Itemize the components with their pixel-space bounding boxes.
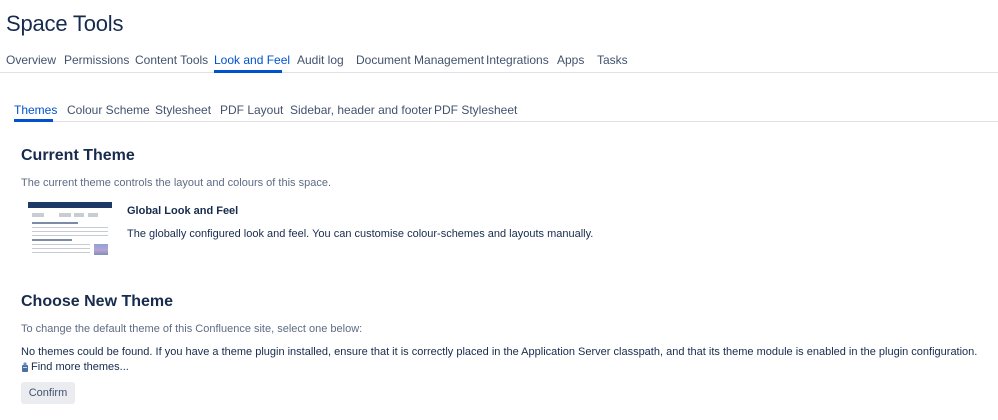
subtab-colour-scheme[interactable]: Colour Scheme bbox=[67, 103, 150, 117]
subtab-pdf-layout[interactable]: PDF Layout bbox=[220, 103, 283, 117]
theme-thumbnail bbox=[28, 202, 112, 256]
current-theme-heading: Current Theme bbox=[21, 147, 135, 164]
plugin-icon bbox=[21, 362, 29, 373]
sub-nav: Themes Colour Scheme Stylesheet PDF Layo… bbox=[14, 101, 998, 122]
tab-look-and-feel[interactable]: Look and Feel bbox=[214, 53, 290, 67]
current-theme-description: The current theme controls the layout an… bbox=[21, 177, 331, 189]
subtab-pdf-stylesheet[interactable]: PDF Stylesheet bbox=[434, 103, 517, 117]
choose-theme-description: To change the default theme of this Conf… bbox=[21, 323, 363, 335]
tab-tasks[interactable]: Tasks bbox=[597, 53, 628, 67]
find-more-themes-label: Find more themes... bbox=[31, 361, 129, 373]
tab-apps[interactable]: Apps bbox=[557, 53, 584, 67]
tab-overview[interactable]: Overview bbox=[6, 53, 56, 67]
active-subtab-indicator bbox=[14, 119, 53, 122]
choose-theme-heading: Choose New Theme bbox=[21, 293, 174, 310]
subtab-sidebar-header-footer[interactable]: Sidebar, header and footer bbox=[290, 103, 432, 117]
tab-permissions[interactable]: Permissions bbox=[64, 53, 129, 67]
find-more-themes-link[interactable]: Find more themes... bbox=[21, 361, 129, 373]
tab-document-management[interactable]: Document Management bbox=[356, 53, 484, 67]
tab-content-tools[interactable]: Content Tools bbox=[135, 53, 208, 67]
active-tab-indicator bbox=[214, 70, 282, 73]
current-theme-details: The globally configured look and feel. Y… bbox=[127, 228, 594, 240]
confirm-button[interactable]: Confirm bbox=[21, 382, 75, 404]
no-themes-message: No themes could be found. If you have a … bbox=[21, 346, 978, 358]
tab-audit-log[interactable]: Audit log bbox=[297, 53, 344, 67]
tab-integrations[interactable]: Integrations bbox=[486, 53, 549, 67]
current-theme-name: Global Look and Feel bbox=[127, 205, 239, 217]
page-title: Space Tools bbox=[6, 11, 124, 36]
top-nav: Overview Permissions Content Tools Look … bbox=[0, 50, 998, 73]
subtab-themes[interactable]: Themes bbox=[14, 103, 57, 117]
subtab-stylesheet[interactable]: Stylesheet bbox=[155, 103, 211, 117]
